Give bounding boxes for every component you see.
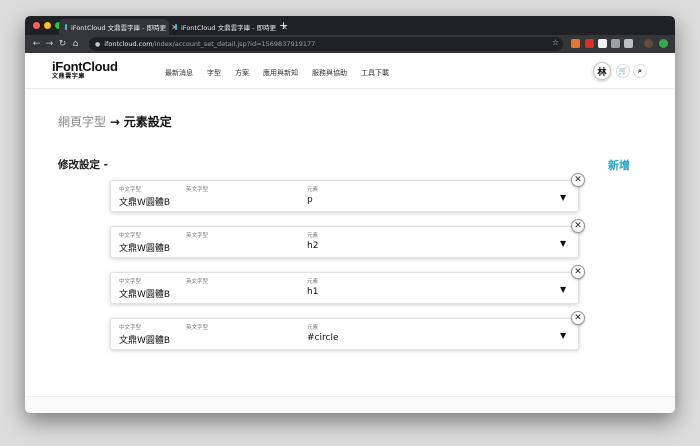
- element-select[interactable]: p: [307, 195, 313, 205]
- reload-icon[interactable]: ↻: [56, 35, 69, 53]
- extension-screen-icon[interactable]: [611, 39, 620, 48]
- extension-n-icon[interactable]: [598, 39, 607, 48]
- remove-row-button[interactable]: ✕: [571, 219, 585, 233]
- en-font-label: 英文字型: [186, 233, 209, 239]
- font-setting-row[interactable]: 中文字型 英文字型 元素 文鼎W圓體B p ▼: [110, 180, 579, 212]
- home-icon[interactable]: ⌂: [69, 35, 82, 53]
- new-tab-button[interactable]: +: [279, 19, 288, 33]
- caret-down-icon[interactable]: ▼: [560, 193, 566, 202]
- tab-title: iFontCloud 文鼎雲字庫 - 即時更: [71, 24, 167, 32]
- zh-font-select[interactable]: 文鼎W圓體B: [119, 241, 170, 254]
- site-logo[interactable]: iFontCloud 文鼎雲字庫: [52, 60, 118, 81]
- address-toolbar: ← → ↻ ⌂ ● ifontcloud.com /index/account_…: [25, 35, 675, 53]
- element-label: 元素: [307, 325, 319, 331]
- browser-window: iFontCloud 文鼎雲字庫 - 即時更 ✕ iFontCloud 文鼎雲字…: [25, 16, 675, 413]
- breadcrumb-parent[interactable]: 網頁字型: [58, 115, 106, 129]
- nav-item-plans[interactable]: 方案: [235, 68, 249, 78]
- font-setting-row[interactable]: 中文字型 英文字型 元素 文鼎W圓體B h2 ▼: [110, 226, 579, 258]
- url-host: ifontcloud.com: [104, 40, 153, 48]
- nav-item-fonts[interactable]: 字型: [207, 68, 221, 78]
- url-path: /index/account_set_detail.jsp?id=1569837…: [152, 40, 316, 48]
- nav-item-news[interactable]: 最新消息: [165, 68, 193, 78]
- url-bar[interactable]: ● ifontcloud.com /index/account_set_deta…: [89, 37, 563, 51]
- browser-tab-1[interactable]: iFontCloud 文鼎雲字庫 - 即時更 ✕: [59, 19, 178, 35]
- back-icon[interactable]: ←: [30, 35, 43, 53]
- site-header: iFontCloud 文鼎雲字庫 最新消息 字型 方案 應用與新知 服務與協助 …: [25, 53, 675, 89]
- logo-sub: 文鼎雲字庫: [52, 73, 86, 80]
- logo-main: iFontCloud: [52, 59, 118, 74]
- remove-row-button[interactable]: ✕: [571, 265, 585, 279]
- zh-font-label: 中文字型: [119, 325, 142, 331]
- cloud-icon: [175, 24, 177, 30]
- profile-icon[interactable]: [644, 39, 653, 48]
- caret-down-icon[interactable]: ▼: [560, 285, 566, 294]
- nav-item-applications[interactable]: 應用與新知: [263, 68, 298, 78]
- zh-font-label: 中文字型: [119, 187, 142, 193]
- close-window-button[interactable]: [33, 22, 40, 29]
- en-font-label: 英文字型: [186, 187, 209, 193]
- tab-bar: iFontCloud 文鼎雲字庫 - 即時更 ✕ iFontCloud 文鼎雲字…: [25, 16, 675, 35]
- page-footer: [25, 396, 675, 413]
- en-font-label: 英文字型: [186, 279, 209, 285]
- user-avatar[interactable]: 林: [593, 62, 611, 80]
- lock-icon: ●: [95, 40, 101, 48]
- cloud-icon: [65, 24, 67, 30]
- element-select[interactable]: #circle: [307, 333, 338, 343]
- nav-item-support[interactable]: 服務與協助: [312, 68, 347, 78]
- en-font-label: 英文字型: [186, 325, 209, 331]
- element-label: 元素: [307, 279, 319, 285]
- element-select[interactable]: h1: [307, 287, 318, 297]
- nav-item-tools[interactable]: 工具下載: [361, 68, 389, 78]
- section-title: 修改設定 -: [58, 159, 109, 171]
- zh-font-label: 中文字型: [119, 233, 142, 239]
- zh-font-label: 中文字型: [119, 279, 142, 285]
- search-icon[interactable]: ⌕: [633, 64, 647, 78]
- cart-icon[interactable]: 🛒: [616, 64, 630, 78]
- font-setting-row[interactable]: 中文字型 英文字型 元素 文鼎W圓體B h1 ▼: [110, 272, 579, 304]
- breadcrumb-current: 元素設定: [123, 115, 172, 129]
- element-select[interactable]: h2: [307, 241, 318, 251]
- extension-green-icon[interactable]: [659, 39, 668, 48]
- add-new-button[interactable]: 新增: [608, 157, 630, 173]
- zh-font-select[interactable]: 文鼎W圓體B: [119, 195, 170, 208]
- remove-row-button[interactable]: ✕: [571, 173, 585, 187]
- extension-camera-icon[interactable]: [624, 39, 633, 48]
- breadcrumb-arrow: →: [109, 115, 120, 129]
- bookmark-star-icon[interactable]: ☆: [552, 38, 559, 47]
- caret-down-icon[interactable]: ▼: [560, 331, 566, 340]
- window-controls: [33, 22, 62, 29]
- minimize-window-button[interactable]: [44, 22, 51, 29]
- element-label: 元素: [307, 233, 319, 239]
- caret-down-icon[interactable]: ▼: [560, 239, 566, 248]
- zh-font-select[interactable]: 文鼎W圓體B: [119, 287, 170, 300]
- forward-icon[interactable]: →: [43, 35, 56, 53]
- font-setting-row[interactable]: 中文字型 英文字型 元素 文鼎W圓體B #circle ▼: [110, 318, 579, 350]
- zh-font-select[interactable]: 文鼎W圓體B: [119, 333, 170, 346]
- main-nav: 最新消息 字型 方案 應用與新知 服務與協助 工具下載: [165, 68, 403, 78]
- extension-red-icon[interactable]: [585, 39, 594, 48]
- remove-row-button[interactable]: ✕: [571, 311, 585, 325]
- browser-tab-2[interactable]: iFontCloud 文鼎雲字庫 - 即時更 ✕: [169, 19, 288, 35]
- tab-title: iFontCloud 文鼎雲字庫 - 即時更: [181, 24, 277, 32]
- extension-fox-icon[interactable]: [571, 39, 580, 48]
- breadcrumb: 網頁字型 → 元素設定: [58, 113, 172, 130]
- element-label: 元素: [307, 187, 319, 193]
